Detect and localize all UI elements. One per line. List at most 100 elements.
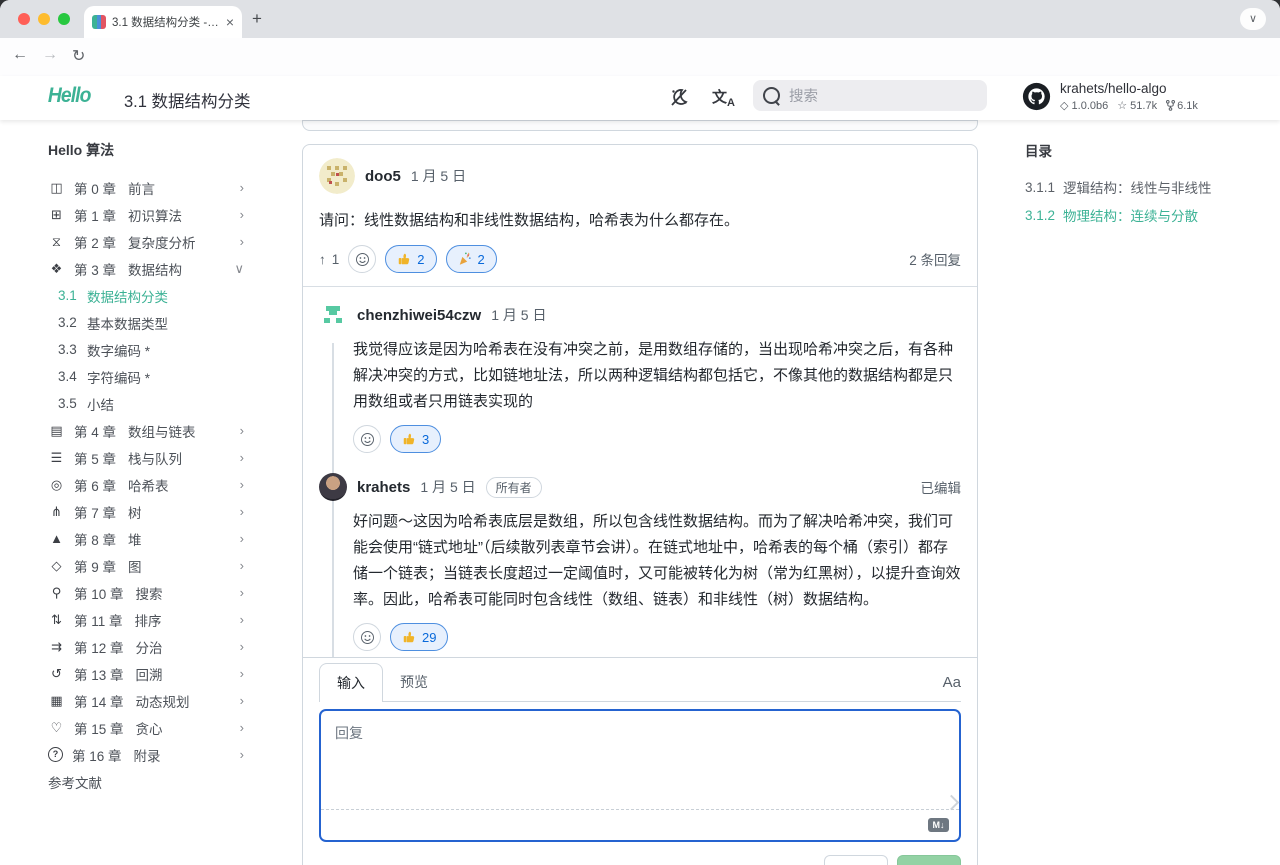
chevron-right-icon[interactable]: › (240, 585, 258, 600)
chapter-number: 第 9 章 (74, 556, 116, 576)
reaction-row: 29 (353, 613, 961, 657)
lang-glyph: 文 (712, 89, 727, 106)
sidebar-item-chapter-12[interactable]: ⇉第 12 章分治› (48, 633, 258, 660)
reply-submit-button[interactable]: 回复 (897, 855, 961, 865)
sidebar-item-references[interactable]: 参考文献 (48, 768, 258, 795)
sidebar-item-chapter-13[interactable]: ↺第 13 章回溯› (48, 660, 258, 687)
chevron-right-icon[interactable]: › (240, 234, 258, 249)
sidebar-item-3-4[interactable]: 3.4字符编码 * (48, 363, 258, 390)
sidebar-item-chapter-8[interactable]: ▲第 8 章堆› (48, 525, 258, 552)
sidebar-item-chapter-7[interactable]: ⋔第 7 章树› (48, 498, 258, 525)
chevron-right-icon[interactable]: › (240, 504, 258, 519)
sidebar-item-chapter-14[interactable]: ▦第 14 章动态规划› (48, 687, 258, 714)
toc-item-3-1-2[interactable]: 3.1.2物理结构：连续与分散 (1025, 201, 1265, 229)
chevron-right-icon[interactable]: › (240, 558, 258, 573)
add-reaction-button[interactable] (353, 425, 381, 453)
section-title: 字符编码 * (87, 367, 150, 387)
page-title: 3.1 数据结构分类 (124, 88, 251, 112)
reaction-count: 2 (478, 252, 485, 267)
comment-author[interactable]: doo5 (365, 168, 401, 185)
divide-conquer-icon: ⇉ (48, 639, 65, 655)
sidebar-item-chapter-9[interactable]: ◇第 9 章图› (48, 552, 258, 579)
sidebar-item-chapter-10[interactable]: ⚲第 10 章搜索› (48, 579, 258, 606)
toc-item-3-1-1[interactable]: 3.1.1逻辑结构：线性与非线性 (1025, 173, 1265, 201)
edited-label: 已编辑 (921, 477, 962, 497)
array-icon: ▤ (48, 423, 65, 439)
sidebar-item-chapter-5[interactable]: ☰第 5 章栈与队列› (48, 444, 258, 471)
tab-strip: 3.1 数据结构分类 - Hello 算法 × + ∨ (0, 0, 1280, 38)
search-input[interactable]: 搜索 (753, 80, 987, 111)
section-number: 3.5 (58, 396, 87, 411)
chevron-right-icon[interactable]: › (240, 666, 258, 681)
chapter-number: 第 3 章 (74, 259, 116, 279)
tab-write[interactable]: 输入 (319, 663, 383, 702)
sidebar-item-chapter-3[interactable]: ❖第 3 章数据结构∨ (48, 255, 258, 282)
chevron-right-icon[interactable]: › (240, 531, 258, 546)
chevron-right-icon[interactable]: › (240, 747, 258, 762)
reaction-count: 29 (422, 630, 436, 645)
reply-author[interactable]: chenzhiwei54czw (357, 307, 481, 324)
chevron-right-icon[interactable]: › (240, 693, 258, 708)
comment-card: doo5 1 月 5 日 请问：线性数据结构和非线性数据结构，哈希表为什么都存在… (302, 144, 978, 865)
avatar[interactable] (319, 301, 347, 329)
chevron-right-icon[interactable]: › (240, 639, 258, 654)
chevron-down-icon[interactable]: ∨ (234, 261, 258, 277)
github-repo-widget[interactable]: krahets/hello-algo ◇ 1.0.0b6 ☆ 51.7k 6.1… (1022, 81, 1198, 112)
sidebar-item-3-5[interactable]: 3.5小结 (48, 390, 258, 417)
chevron-right-icon[interactable]: › (240, 450, 258, 465)
avatar[interactable] (319, 473, 347, 501)
text-format-icon[interactable]: Aa (943, 674, 961, 701)
sidebar-item-3-3[interactable]: 3.3数字编码 * (48, 336, 258, 363)
sidebar-item-chapter-2[interactable]: ⧖第 2 章复杂度分析› (48, 228, 258, 255)
sidebar-item-chapter-11[interactable]: ⇅第 11 章排序› (48, 606, 258, 633)
reply-textarea[interactable] (321, 711, 959, 807)
sidebar-item-chapter-0[interactable]: ◫第 0 章前言› (48, 174, 258, 201)
sidebar-item-chapter-4[interactable]: ▤第 4 章数组与链表› (48, 417, 258, 444)
sidebar-item-chapter-15[interactable]: ♡第 15 章贪心› (48, 714, 258, 741)
question-circle-icon: ? (48, 747, 63, 762)
chevron-right-icon[interactable]: › (240, 720, 258, 735)
sidebar-item-chapter-6[interactable]: ◎第 6 章哈希表› (48, 471, 258, 498)
tab-search-chevron-icon[interactable]: ∨ (1240, 8, 1266, 30)
book-icon: ◫ (48, 180, 65, 196)
close-window-button[interactable] (18, 13, 30, 25)
reaction-thumbs-up[interactable]: 29 (390, 623, 448, 651)
upvote-button[interactable]: ↑1 (319, 252, 339, 267)
browser-toolbar: ← → ↻ https://www.hello-algo.com/chapter… (0, 38, 1280, 77)
chapter-title: 图 (128, 556, 142, 576)
cancel-button[interactable]: 取消 (824, 855, 888, 865)
previous-card-bottom (302, 120, 978, 131)
theme-toggle-icon[interactable] (668, 86, 690, 108)
reload-button[interactable]: ↻ (72, 46, 85, 66)
browser-tab[interactable]: 3.1 数据结构分类 - Hello 算法 × (84, 6, 242, 38)
thumbs-up-icon (397, 252, 411, 266)
chevron-right-icon[interactable]: › (240, 612, 258, 627)
hello-algo-logo[interactable]: Hello (48, 84, 91, 108)
avatar[interactable] (319, 158, 355, 194)
reaction-thumbs-up[interactable]: 2 (385, 245, 436, 273)
tab-close-icon[interactable]: × (226, 14, 234, 30)
chevron-right-icon[interactable]: › (240, 207, 258, 222)
language-translate-icon[interactable]: 文A (712, 86, 735, 109)
add-reaction-button[interactable] (348, 245, 376, 273)
chapter-number: 第 4 章 (74, 421, 116, 441)
sidebar-item-chapter-1[interactable]: ⊞第 1 章初识算法› (48, 201, 258, 228)
repo-name: krahets/hello-algo (1060, 81, 1198, 96)
reply-author[interactable]: krahets (357, 479, 410, 496)
sidebar-item-3-2[interactable]: 3.2基本数据类型 (48, 309, 258, 336)
sidebar-item-chapter-16[interactable]: ?第 16 章附录› (48, 741, 258, 768)
chevron-right-icon[interactable]: › (240, 180, 258, 195)
new-tab-button[interactable]: + (252, 9, 262, 29)
forward-button[interactable]: → (42, 46, 58, 64)
sidebar-item-3-1[interactable]: 3.1数据结构分类 (48, 282, 258, 309)
chevron-right-icon[interactable]: › (240, 477, 258, 492)
fullscreen-window-button[interactable] (58, 13, 70, 25)
reaction-party[interactable]: 2 (446, 245, 497, 273)
add-reaction-button[interactable] (353, 623, 381, 651)
chevron-right-icon[interactable]: › (240, 423, 258, 438)
sidebar-site-title[interactable]: Hello 算法 (48, 140, 258, 160)
tab-preview[interactable]: 预览 (383, 663, 445, 701)
minimize-window-button[interactable] (38, 13, 50, 25)
back-button[interactable]: ← (12, 46, 28, 64)
reaction-thumbs-up[interactable]: 3 (390, 425, 441, 453)
